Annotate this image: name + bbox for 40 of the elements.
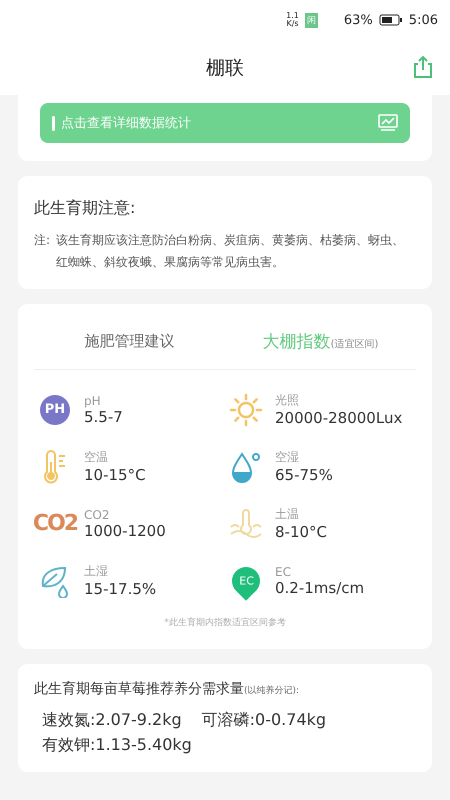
soil-temperature-icon	[229, 508, 263, 538]
index-name: EC	[275, 564, 292, 578]
sun-icon	[229, 392, 263, 426]
co2-icon: CO2	[32, 511, 78, 536]
nutrients-note: (以纯养分记):	[244, 686, 300, 696]
notice-prefix: 注:	[34, 232, 50, 249]
index-value: 10-15°C	[84, 466, 146, 484]
index-value: 65-75%	[275, 466, 333, 484]
notice-title: 此生育期注意:	[34, 198, 136, 219]
index-name: pH	[84, 394, 102, 408]
index-value: 8-10°C	[275, 523, 328, 541]
chart-monitor-icon	[378, 114, 398, 132]
battery-icon	[378, 14, 403, 26]
statistics-banner-button[interactable]: 点击查看详细数据统计	[40, 103, 410, 143]
tab[interactable]: 大棚指数(适宜区间)	[225, 330, 416, 353]
index-name: 空湿	[275, 449, 300, 466]
tab[interactable]: 施肥管理建议	[34, 330, 225, 353]
footnote: *此生育期内指数适宜区间参考	[164, 618, 286, 628]
nutrients-title: 此生育期每亩草莓推荐养分需求量	[34, 681, 244, 697]
ph-icon: PH	[40, 394, 70, 424]
nutrient-amount: 可溶磷:0-0.74kg	[202, 710, 326, 731]
network-speed: 1.1 K/s	[286, 12, 299, 28]
index-value: 20000-28000Lux	[275, 409, 402, 427]
index-value: 15-17.5%	[84, 580, 156, 598]
index-name: 土温	[275, 506, 300, 523]
index-value: 5.5-7	[84, 408, 123, 426]
page-title: 棚联	[206, 56, 244, 80]
notice-text: 该生育期应该注意防治白粉病、炭疽病、黄萎病、枯萎病、蚜虫、红蜘蛛、斜纹夜蛾、果腐病等常见病虫害。	[56, 232, 406, 271]
index-value: 0.2-1ms/cm	[275, 578, 364, 596]
index-name: 空温	[84, 449, 109, 466]
nutrient-amount: 速效氮:2.07-9.2kg	[42, 710, 182, 731]
nutrient-amount: 有效钾:1.13-5.40kg	[42, 735, 192, 756]
battery-percent: 63%	[344, 12, 373, 28]
index-value: 1000-1200	[84, 522, 166, 540]
clock-time: 5:06	[408, 12, 438, 28]
status-badge: 闲	[304, 12, 318, 28]
index-name: CO2	[84, 508, 110, 522]
index-name: 光照	[275, 392, 300, 409]
index-name: 土湿	[84, 563, 109, 580]
water-drop-icon	[229, 450, 263, 484]
